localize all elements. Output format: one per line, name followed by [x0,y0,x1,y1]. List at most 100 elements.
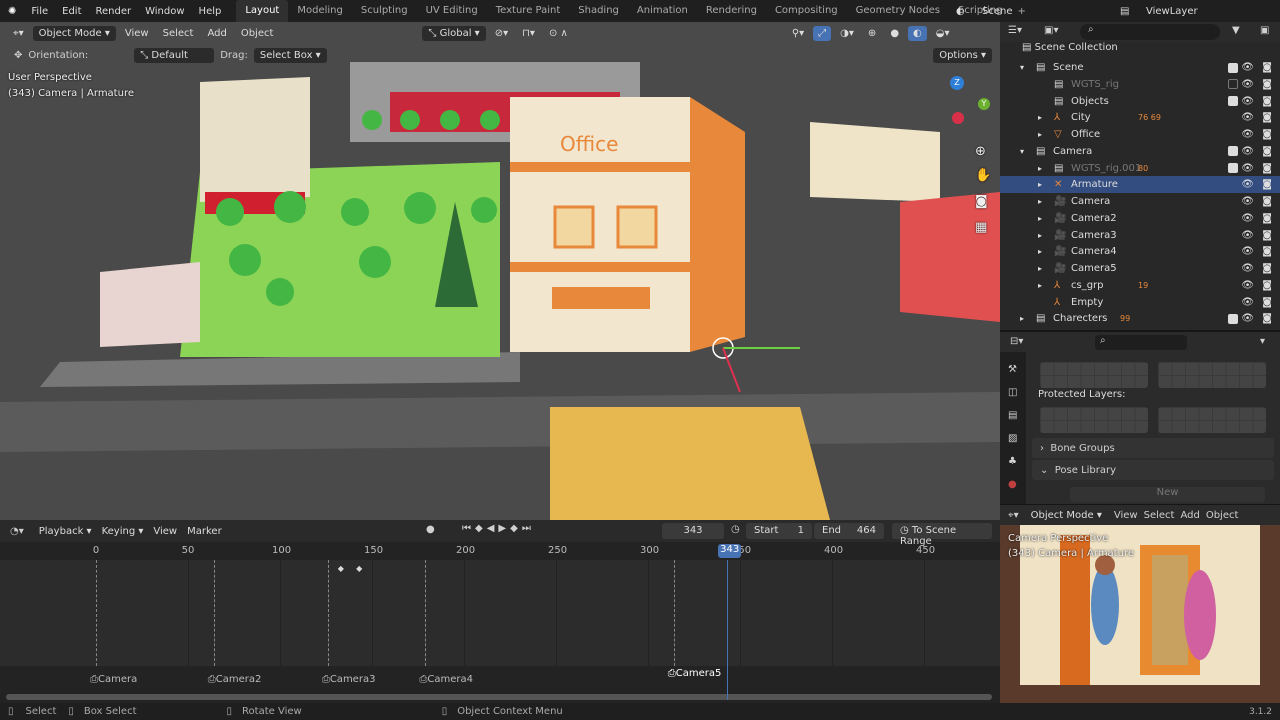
workspace-tab-modeling[interactable]: Modeling [288,0,352,22]
bone-groups-panel[interactable]: › Bone Groups [1032,438,1274,458]
y-axis-icon[interactable]: Y [978,98,990,110]
exclude-checkbox[interactable] [1228,163,1238,173]
keying-menu[interactable]: Keying ▾ [97,524,149,539]
scene-selector[interactable]: Scene [982,6,1013,17]
timeline-marker[interactable]: ⎙Camera5 [668,668,722,679]
shading-material-icon[interactable]: ◐ [908,25,927,41]
exclude-checkbox[interactable] [1228,146,1238,157]
camera-render-icon[interactable]: ◙ [1262,112,1272,123]
outliner-item[interactable]: ▾ ▤ Camera 👁 ◙ [1000,143,1280,160]
menu-help[interactable]: Help [192,6,229,17]
navigation-gizmo[interactable]: Z Y [928,74,990,134]
preview-menu-view[interactable]: View [1114,510,1138,521]
editor-type-icon[interactable]: ⌖▾ [8,26,29,41]
camera-render-icon[interactable]: ◙ [1262,230,1272,241]
eye-icon[interactable]: 👁 [1241,280,1254,291]
z-axis-icon[interactable]: Z [950,76,964,90]
camera-render-icon[interactable]: ◙ [1262,297,1272,308]
end-frame-field[interactable]: End 464 [814,523,884,539]
preview-mode-selector[interactable]: Object Mode ▾ [1024,507,1108,523]
outliner-item[interactable]: ▸ 🎥 Camera4 👁 ◙ [1000,243,1280,260]
play-icon[interactable]: ▶ [498,523,510,534]
preview-menu-add[interactable]: Add [1180,510,1199,521]
expand-arrow-icon[interactable]: ▸ [1038,264,1042,273]
mode-selector[interactable]: Object Mode ▾ [32,25,116,41]
scene-collection[interactable]: ▤ Scene Collection [1022,42,1118,53]
camera-preview-viewport[interactable]: ⌖▾ Object Mode ▾ View Select Add Object … [1000,505,1280,705]
marker-row[interactable]: ⎙Camera ⎙Camera2 ⎙Camera3 ⎙Camera4 ⎙Camera5 [0,666,1000,690]
outliner-item[interactable]: ▸ ▤ WGTS_rig.001 80 👁 ◙ [1000,160,1280,177]
outliner-item[interactable]: ▸ ⅄ cs_grp 19 👁 ◙ [1000,277,1280,294]
marker-menu[interactable]: Marker [182,524,227,539]
camera-render-icon[interactable]: ◙ [1262,179,1272,190]
exclude-checkbox[interactable] [1228,79,1238,90]
new-collection-icon[interactable]: ▣ [1260,25,1269,36]
workspace-tab-uv-editing[interactable]: UV Editing [417,0,487,22]
play-reverse-icon[interactable]: ◀ [487,523,499,534]
eye-icon[interactable]: 👁 [1241,129,1254,140]
playback-menu[interactable]: Playback ▾ [34,524,97,539]
timeline-marker[interactable]: ⎙Camera [90,674,137,685]
current-frame-field[interactable]: 343 [662,523,724,539]
camera-view-icon[interactable]: ◙ [975,194,988,209]
outliner-item[interactable]: ▤ WGTS_rig 👁 ◙ [1000,76,1280,93]
eye-icon[interactable]: 👁 [1241,112,1254,123]
timeline[interactable]: ◔▾ Playback ▾ Keying ▾ View Marker ● ⏮◆◀… [0,520,1000,703]
eye-icon[interactable]: 👁 [1241,246,1254,257]
expand-arrow-icon[interactable]: ▾ [1020,147,1024,156]
scene-icon[interactable]: ◐ [956,6,965,17]
expand-arrow-icon[interactable]: ▸ [1038,113,1042,122]
grid-icon[interactable]: ▦ [975,220,987,235]
expand-arrow-icon[interactable]: ▸ [1038,164,1042,173]
view-layer-selector[interactable]: ViewLayer [1146,6,1198,17]
scene-tab-icon[interactable]: ♣ [1008,456,1018,467]
expand-arrow-icon[interactable]: ▸ [1038,281,1042,290]
camera-render-icon[interactable]: ◙ [1262,196,1272,207]
eye-icon[interactable]: 👁 [1241,146,1254,157]
render-tab-icon[interactable]: ◫ [1008,387,1018,398]
outliner-item[interactable]: ▸ 🎥 Camera3 👁 ◙ [1000,227,1280,244]
camera-render-icon[interactable]: ◙ [1262,280,1272,291]
pan-hand-icon[interactable]: ✋ [975,168,991,183]
workspace-tab-layout[interactable]: Layout [236,0,289,22]
timeline-scrollbar[interactable] [6,694,992,700]
shading-wireframe-icon[interactable]: ⊕ [863,26,881,41]
menu-window[interactable]: Window [138,6,191,17]
properties-search[interactable]: ⌕ [1095,335,1187,350]
camera-render-icon[interactable]: ◙ [1262,313,1272,324]
jump-start-icon[interactable]: ⏮ [462,523,475,534]
overlay-icon[interactable]: ⤢ [813,25,832,41]
exclude-checkbox[interactable] [1228,96,1238,106]
pivot-icon[interactable]: ⊘▾ [490,26,513,41]
auto-keying-button[interactable]: ● [426,524,435,535]
outliner-type-icon[interactable]: ☰▾ [1008,25,1022,36]
view-layer-tab-icon[interactable]: ▨ [1008,433,1018,444]
menu-render[interactable]: Render [89,6,139,17]
blender-logo-icon[interactable]: ✺ [0,6,24,17]
eye-icon[interactable]: 👁 [1241,96,1254,107]
expand-arrow-icon[interactable]: ▸ [1038,197,1042,206]
orientation-dropdown[interactable]: ⤡ Default [134,47,215,63]
workspace-tab-animation[interactable]: Animation [628,0,697,22]
eye-icon[interactable]: 👁 [1241,213,1254,224]
expand-arrow-icon[interactable]: ▸ [1038,247,1042,256]
eye-icon[interactable]: 👁 [1241,79,1254,90]
shading-solid-icon[interactable]: ● [885,26,904,41]
camera-render-icon[interactable]: ◙ [1262,246,1272,257]
expand-arrow-icon[interactable]: ▸ [1038,231,1042,240]
camera-render-icon[interactable]: ◙ [1262,163,1272,174]
timeline-view-menu[interactable]: View [148,524,182,539]
viewport-menu-view[interactable]: View [120,26,154,41]
playhead[interactable]: 343 [718,544,742,558]
shading-rendered-icon[interactable]: ◒▾ [931,26,955,41]
outliner-item[interactable]: ▤ Objects 👁 ◙ [1000,93,1280,110]
camera-render-icon[interactable]: ◙ [1262,96,1272,107]
eye-icon[interactable]: 👁 [1241,163,1254,174]
outliner-item[interactable]: ⅄ Empty 👁 ◙ [1000,294,1280,311]
3d-viewport[interactable]: ⌖▾ Object Mode ▾ View Select Add Object … [0,22,1000,520]
expand-arrow-icon[interactable]: ▸ [1038,130,1042,139]
layers-grid-1[interactable] [1040,362,1148,388]
outliner-item[interactable]: ▾ ▤ Scene 👁 ◙ [1000,59,1280,76]
expand-arrow-icon[interactable]: ▸ [1020,314,1024,323]
display-mode-icon[interactable]: ▣▾ [1044,25,1058,36]
